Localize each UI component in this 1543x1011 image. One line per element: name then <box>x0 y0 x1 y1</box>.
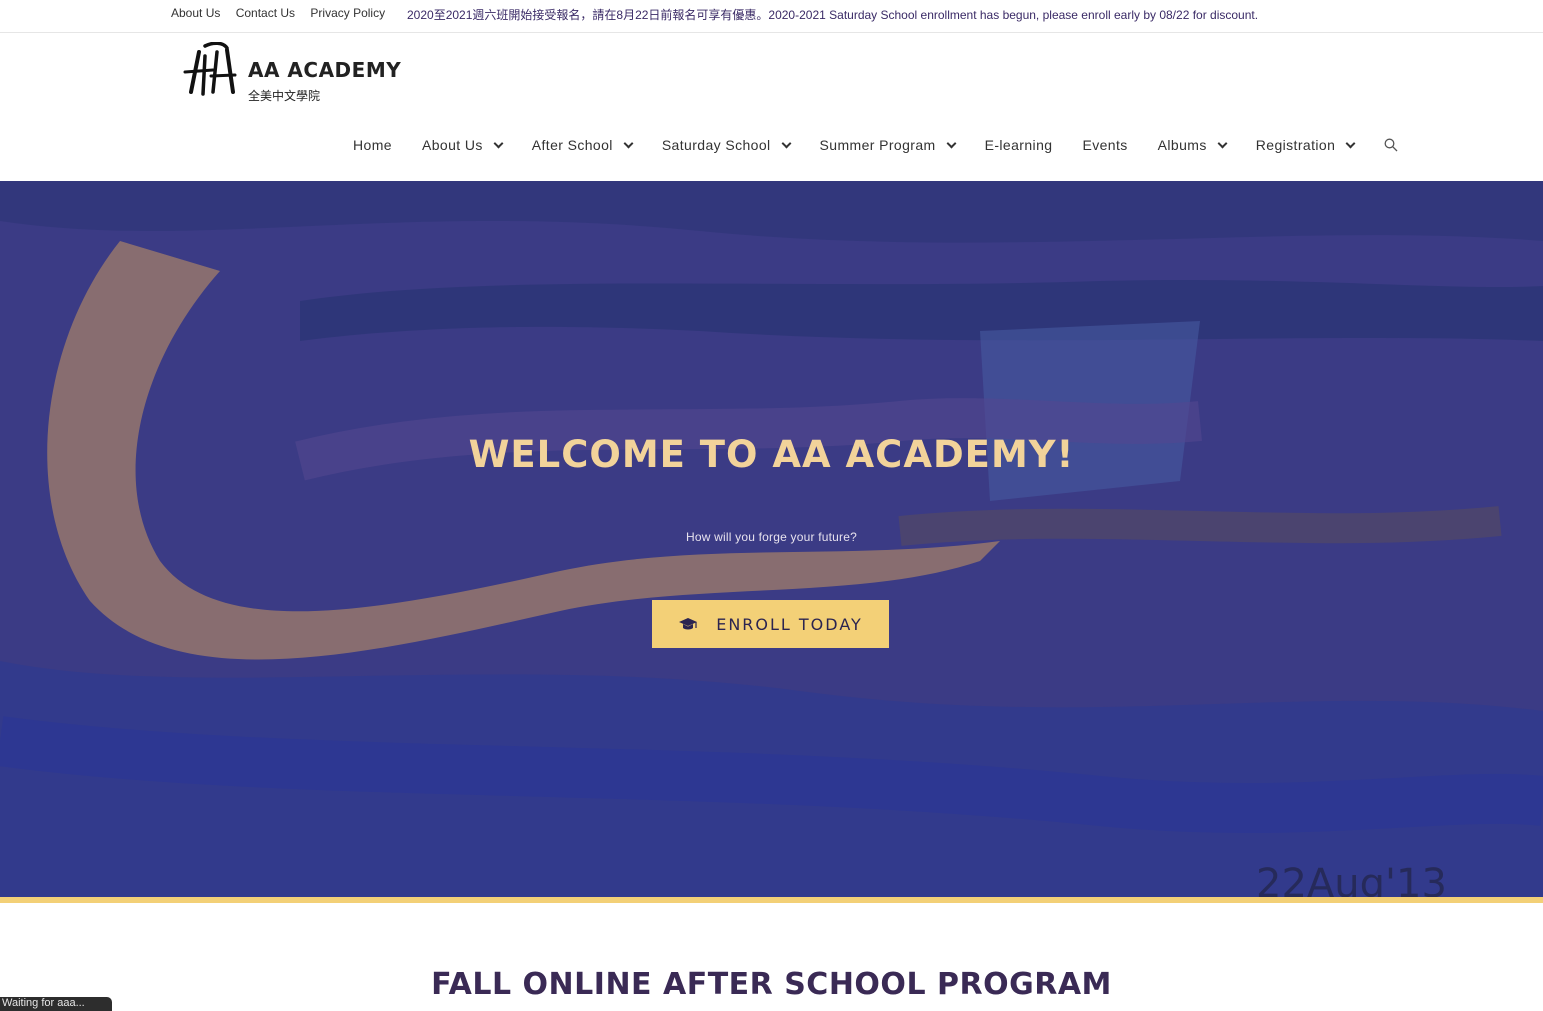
chevron-down-icon <box>1345 138 1356 148</box>
nav-registration[interactable]: Registration <box>1255 137 1356 153</box>
nav-about-label: About Us <box>421 137 483 153</box>
chevron-down-icon <box>1217 138 1228 148</box>
hero-divider <box>0 897 1543 903</box>
browser-status-bar: Waiting for aaa... <box>0 997 112 1011</box>
site-logo[interactable]: AA ACADEMY 全美中文學院 <box>183 42 413 103</box>
top-link-about[interactable]: About Us <box>171 6 220 20</box>
nav-after-school[interactable]: After School <box>531 137 634 153</box>
top-link-privacy[interactable]: Privacy Policy <box>310 6 385 20</box>
nav-registration-label: Registration <box>1255 137 1336 153</box>
chevron-down-icon <box>946 138 957 148</box>
top-link-contact[interactable]: Contact Us <box>236 6 295 20</box>
top-bar: About Us Contact Us Privacy Policy 2020至… <box>0 0 1543 33</box>
hero-title: WELCOME TO AA ACADEMY! <box>468 433 1075 476</box>
chevron-down-icon <box>781 138 791 148</box>
nav-saturday-school[interactable]: Saturday School <box>661 137 791 153</box>
logo-mark-icon <box>183 42 237 96</box>
nav-elearning-label: E-learning <box>984 137 1053 153</box>
nav-albums-label: Albums <box>1157 137 1207 153</box>
nav-elearning[interactable]: E-learning <box>985 137 1053 153</box>
search-button[interactable] <box>1384 138 1398 152</box>
nav-albums[interactable]: Albums <box>1157 137 1228 153</box>
nav-events[interactable]: Events <box>1082 137 1127 153</box>
section-title: FALL ONLINE AFTER SCHOOL PROGRAM <box>431 967 1112 1002</box>
nav-home[interactable]: Home <box>353 137 392 153</box>
brand-name-chinese: 全美中文學院 <box>248 89 321 103</box>
nav-after-school-label: After School <box>531 137 613 153</box>
brand-name: AA ACADEMY <box>248 58 402 82</box>
site-header: AA ACADEMY 全美中文學院 Home About Us After Sc… <box>0 33 1543 181</box>
nav-home-label: Home <box>353 137 392 153</box>
nav-saturday-label: Saturday School <box>661 137 771 153</box>
enrollment-notice: 2020至2021週六班開始接受報名，請在8月22日前報名可享有優惠。2020-… <box>407 8 1259 22</box>
enroll-today-label: ENROLL TODAY <box>716 614 863 634</box>
chevron-down-icon <box>623 138 634 148</box>
enroll-today-button[interactable]: ENROLL TODAY <box>652 600 889 648</box>
hero-subtitle: How will you forge your future? <box>686 530 857 544</box>
nav-events-label: Events <box>1082 137 1128 153</box>
chevron-down-icon <box>493 138 504 148</box>
image-date-watermark: 22Aug'13 <box>1256 861 1447 897</box>
top-links: About Us Contact Us Privacy Policy <box>171 6 397 20</box>
nav-summer-program[interactable]: Summer Program <box>819 137 957 153</box>
nav-about[interactable]: About Us <box>421 137 504 153</box>
search-icon <box>1384 138 1398 152</box>
nav-summer-label: Summer Program <box>819 137 936 153</box>
hero-banner: WELCOME TO AA ACADEMY! How will you forg… <box>0 181 1543 897</box>
main-nav: Home About Us After School Saturday Scho… <box>353 135 1398 155</box>
graduation-cap-icon <box>678 617 698 631</box>
